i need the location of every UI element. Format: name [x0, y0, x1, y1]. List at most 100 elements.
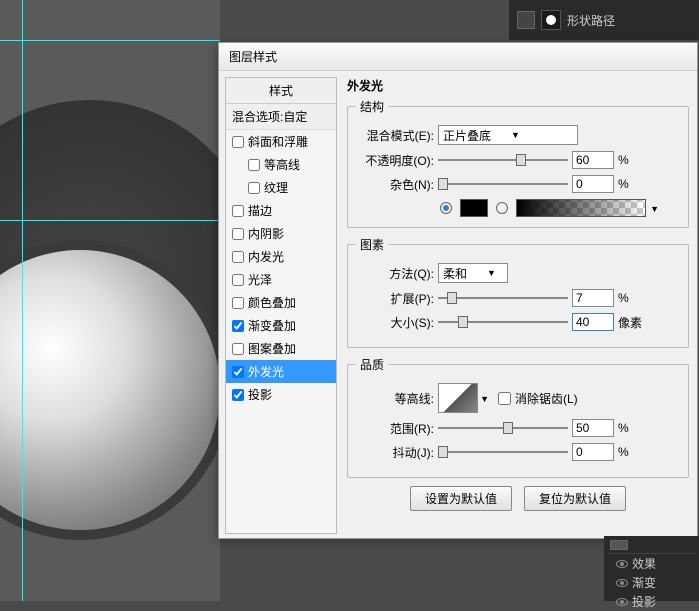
noise-input[interactable]: [572, 175, 614, 193]
guide-horizontal[interactable]: [0, 40, 220, 41]
style-checkbox[interactable]: [232, 251, 244, 263]
jitter-input[interactable]: [572, 443, 614, 461]
jitter-unit: %: [618, 445, 642, 459]
fx-row[interactable]: 投影: [608, 592, 695, 611]
layer-thumb-icon: [610, 540, 628, 550]
jitter-slider[interactable]: [438, 444, 568, 460]
styles-header[interactable]: 样式: [226, 78, 336, 104]
style-checkbox[interactable]: [232, 366, 244, 378]
style-checkbox[interactable]: [232, 205, 244, 217]
style-item-label: 内阴影: [248, 225, 284, 242]
shape-path-label: 形状路径: [567, 12, 615, 29]
canvas-background: [0, 0, 220, 601]
style-item-label: 描边: [248, 202, 272, 219]
style-list-item[interactable]: 内发光: [226, 245, 336, 268]
structure-group: 结构 混合模式(E): 正片叠底 ▼ 不透明度(O): % 杂色(N):: [347, 98, 689, 228]
reset-default-button[interactable]: 复位为默认值: [524, 486, 626, 511]
style-item-label: 纹理: [264, 179, 288, 196]
range-slider[interactable]: [438, 420, 568, 436]
layers-panel-fragment: 效果 渐变 投影: [604, 536, 699, 601]
style-checkbox[interactable]: [232, 274, 244, 286]
guide-horizontal[interactable]: [0, 220, 220, 221]
style-checkbox[interactable]: [248, 182, 260, 194]
visibility-icon[interactable]: [616, 579, 628, 587]
chevron-down-icon: ▼: [650, 204, 659, 214]
style-item-label: 投影: [248, 386, 272, 403]
set-default-button[interactable]: 设置为默认值: [410, 486, 512, 511]
structure-legend: 结构: [356, 98, 388, 115]
panel-title: 外发光: [347, 77, 689, 94]
contour-label: 等高线:: [356, 390, 434, 407]
style-list-item[interactable]: 外发光: [226, 360, 336, 383]
gradient-picker[interactable]: ▼: [516, 199, 646, 217]
style-list-item[interactable]: 内阴影: [226, 222, 336, 245]
style-list-item[interactable]: 投影: [226, 383, 336, 406]
dialog-title[interactable]: 图层样式: [219, 43, 697, 71]
technique-select[interactable]: 柔和 ▼: [438, 263, 508, 283]
style-item-label: 图案叠加: [248, 340, 296, 357]
elements-legend: 图素: [356, 236, 388, 253]
fx-row[interactable]: 渐变: [608, 573, 695, 592]
spread-label: 扩展(P):: [356, 290, 434, 307]
range-unit: %: [618, 421, 642, 435]
style-list-item[interactable]: 斜面和浮雕: [226, 130, 336, 153]
spread-unit: %: [618, 291, 642, 305]
style-item-label: 颜色叠加: [248, 294, 296, 311]
chevron-down-icon: ▼: [480, 394, 489, 404]
swatch[interactable]: [517, 11, 535, 29]
visibility-icon[interactable]: [616, 560, 628, 568]
style-checkbox[interactable]: [232, 136, 244, 148]
style-list-item[interactable]: 等高线: [226, 153, 336, 176]
blend-mode-select[interactable]: 正片叠底 ▼: [438, 125, 578, 145]
opacity-slider[interactable]: [438, 152, 568, 168]
contour-picker[interactable]: ▼: [438, 383, 478, 413]
noise-unit: %: [618, 177, 642, 191]
style-checkbox[interactable]: [232, 320, 244, 332]
quality-legend: 品质: [356, 356, 388, 373]
style-settings-panel: 外发光 结构 混合模式(E): 正片叠底 ▼ 不透明度(O): %: [337, 71, 697, 540]
style-list-item[interactable]: 光泽: [226, 268, 336, 291]
style-checkbox[interactable]: [232, 389, 244, 401]
style-checkbox[interactable]: [232, 297, 244, 309]
fill-swatch[interactable]: [541, 10, 561, 30]
style-item-label: 等高线: [264, 156, 300, 173]
style-list: 样式 混合选项:自定 斜面和浮雕等高线纹理描边内阴影内发光光泽颜色叠加渐变叠加图…: [225, 77, 337, 534]
noise-slider[interactable]: [438, 176, 568, 192]
style-list-item[interactable]: 纹理: [226, 176, 336, 199]
layer-style-dialog: 图层样式 样式 混合选项:自定 斜面和浮雕等高线纹理描边内阴影内发光光泽颜色叠加…: [218, 42, 698, 539]
style-checkbox[interactable]: [248, 159, 260, 171]
opacity-unit: %: [618, 153, 642, 167]
size-input[interactable]: [572, 313, 614, 331]
elements-group: 图素 方法(Q): 柔和 ▼ 扩展(P): % 大小(S):: [347, 236, 689, 348]
options-bar-fragment: 形状路径: [509, 0, 699, 40]
chevron-down-icon: ▼: [511, 130, 520, 140]
size-slider[interactable]: [438, 314, 568, 330]
fx-row[interactable]: 效果: [608, 554, 695, 573]
blend-options-item[interactable]: 混合选项:自定: [226, 104, 336, 130]
style-list-item[interactable]: 图案叠加: [226, 337, 336, 360]
style-list-item[interactable]: 渐变叠加: [226, 314, 336, 337]
antialias-checkbox[interactable]: [498, 392, 511, 405]
opacity-input[interactable]: [572, 151, 614, 169]
style-list-item[interactable]: 描边: [226, 199, 336, 222]
gradient-radio[interactable]: [496, 202, 508, 214]
spread-slider[interactable]: [438, 290, 568, 306]
chevron-down-icon: ▼: [487, 268, 496, 278]
spread-input[interactable]: [572, 289, 614, 307]
guide-vertical[interactable]: [22, 0, 23, 601]
color-chip[interactable]: [460, 199, 488, 217]
visibility-icon[interactable]: [616, 598, 628, 606]
jitter-label: 抖动(J):: [356, 444, 434, 461]
style-item-label: 光泽: [248, 271, 272, 288]
antialias-label: 消除锯齿(L): [515, 390, 578, 407]
size-label: 大小(S):: [356, 314, 434, 331]
style-checkbox[interactable]: [232, 343, 244, 355]
size-unit: 像素: [618, 314, 642, 331]
style-checkbox[interactable]: [232, 228, 244, 240]
style-item-label: 外发光: [248, 363, 284, 380]
style-list-item[interactable]: 颜色叠加: [226, 291, 336, 314]
solid-color-radio[interactable]: [440, 202, 452, 214]
range-input[interactable]: [572, 419, 614, 437]
range-label: 范围(R):: [356, 420, 434, 437]
quality-group: 品质 等高线: ▼ 消除锯齿(L) 范围(R): % 抖动(J):: [347, 356, 689, 478]
